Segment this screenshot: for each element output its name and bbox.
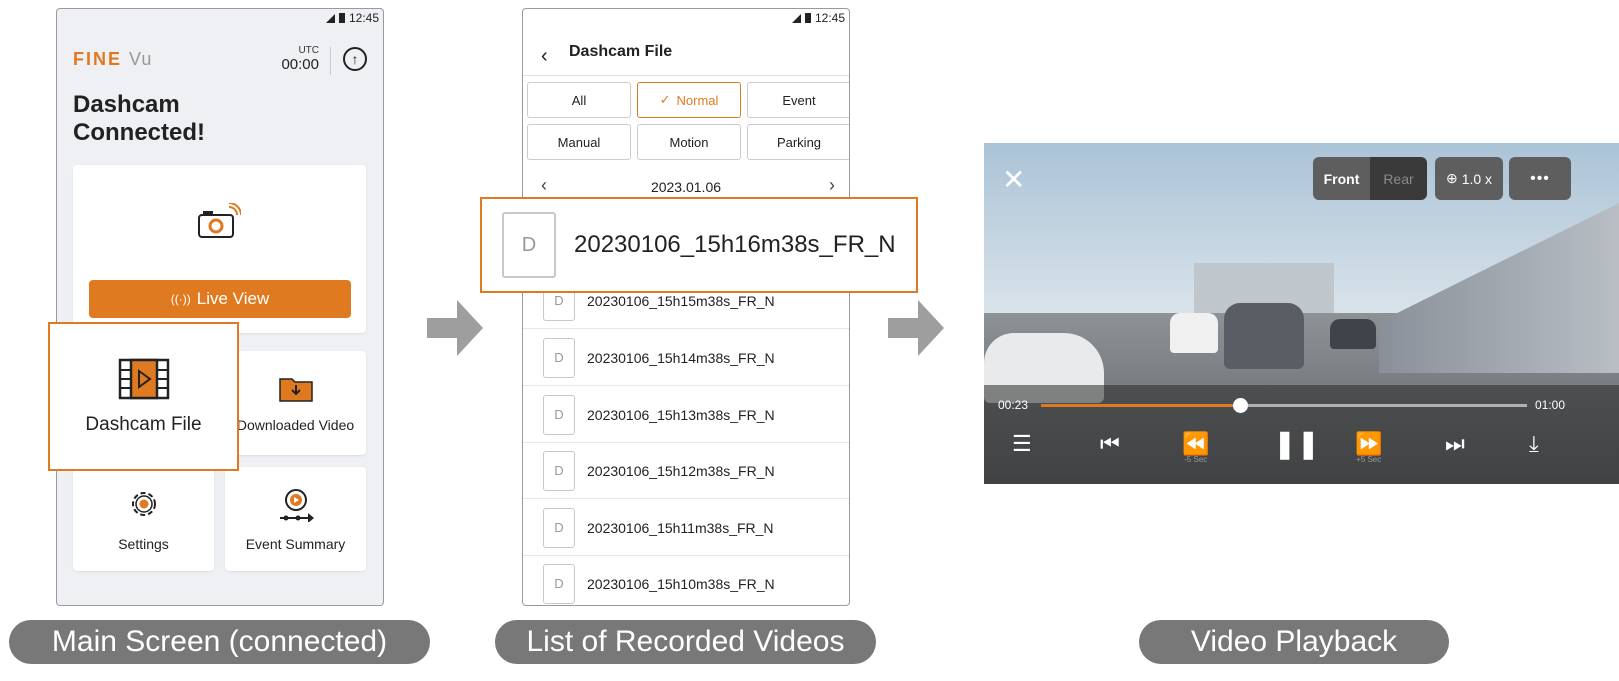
- signal-icon: [791, 13, 801, 23]
- file-list-item[interactable]: D 20230106_15h13m38s_FR_N: [523, 387, 849, 443]
- end-time: 01:00: [1535, 398, 1566, 412]
- zoom-button[interactable]: ⊕ 1.0 x: [1435, 157, 1503, 200]
- camera-icon: [198, 203, 241, 238]
- file-name: 20230106_15h11m38s_FR_N: [587, 519, 774, 536]
- video-frame-car: [1170, 313, 1218, 353]
- utc-label: UTC: [298, 45, 319, 56]
- file-name: 20230106_15h14m38s_FR_N: [587, 349, 775, 366]
- highlighted-file-item[interactable]: D 20230106_15h16m38s_FR_N: [480, 197, 918, 293]
- check-icon: ✓: [659, 92, 671, 107]
- file-name: 20230106_15h13m38s_FR_N: [587, 406, 775, 423]
- battery-icon: [804, 13, 811, 23]
- film-icon: [118, 358, 169, 399]
- file-list-phone: 12:45 ‹ Dashcam File All ✓ Normal Event …: [522, 8, 850, 606]
- pause-icon[interactable]: ❚❚: [1273, 427, 1320, 460]
- broadcast-icon: ((·)): [170, 292, 191, 306]
- file-name: 20230106_15h15m38s_FR_N: [587, 292, 775, 309]
- back-chevron-icon[interactable]: ‹: [541, 45, 548, 68]
- event-summary-label: Event Summary: [245, 536, 346, 552]
- dashcam-file-tile[interactable]: Dashcam File: [48, 322, 239, 471]
- filter-manual[interactable]: Manual: [527, 124, 631, 160]
- previous-track-icon[interactable]: ⏮: [1100, 431, 1120, 457]
- rear-camera-option[interactable]: Rear: [1370, 157, 1427, 200]
- file-list-item[interactable]: D 20230106_15h14m38s_FR_N: [523, 330, 849, 386]
- filter-motion[interactable]: Motion: [637, 124, 741, 160]
- divider: [523, 75, 849, 76]
- rewind-icon: ⏪: [1182, 431, 1210, 456]
- folder-download-icon: [278, 378, 313, 402]
- filter-event[interactable]: Event: [747, 82, 849, 118]
- rewind-label: -5 Sec: [1184, 455, 1208, 464]
- settings-tile[interactable]: Settings: [73, 467, 214, 571]
- file-icon: D: [543, 337, 575, 378]
- fast-forward-icon: ⏩: [1355, 431, 1383, 456]
- file-icon: D: [543, 450, 575, 491]
- filter-all[interactable]: All: [527, 82, 631, 118]
- filter-parking[interactable]: Parking: [747, 124, 849, 160]
- utc-time: 00:00: [281, 56, 319, 73]
- video-frame-car: [1330, 319, 1376, 349]
- header-divider: [330, 47, 331, 75]
- current-time: 00:23: [998, 398, 1029, 412]
- live-view-label: Live View: [196, 289, 270, 308]
- live-view-card: ((·)) Live View: [73, 165, 366, 333]
- gear-icon: [131, 492, 156, 516]
- utc-clock: UTC 00:00: [281, 45, 319, 73]
- zoom-in-icon: ⊕: [1445, 170, 1458, 186]
- file-name: 20230106_15h10m38s_FR_N: [587, 575, 775, 592]
- highlighted-file-name: 20230106_15h16m38s_FR_N: [574, 231, 896, 258]
- connection-headline: Dashcam Connected!: [73, 91, 205, 146]
- seek-progress: [1041, 404, 1241, 407]
- live-view-button[interactable]: ((·)) Live View: [89, 280, 351, 318]
- file-icon: D: [502, 212, 556, 278]
- caption-playback: Video Playback: [1139, 620, 1449, 664]
- file-list-item[interactable]: D 20230106_15h12m38s_FR_N: [523, 443, 849, 499]
- rewind-button[interactable]: ⏪ -5 Sec: [1182, 431, 1209, 464]
- status-time: 12:45: [348, 11, 379, 25]
- file-icon: D: [543, 507, 575, 548]
- seek-bar[interactable]: [1041, 398, 1527, 413]
- event-summary-tile[interactable]: Event Summary: [225, 467, 366, 571]
- arrow-right-icon: [888, 300, 944, 356]
- date-label: 2023.01.06: [650, 179, 722, 195]
- file-list-item[interactable]: D 20230106_15h11m38s_FR_N: [523, 500, 849, 556]
- video-player[interactable]: ✕ Front Rear ⊕ 1.0 x ••• 00:23 01:00 ☰ ⏮…: [984, 143, 1619, 484]
- settings-label: Settings: [118, 536, 169, 552]
- zoom-level: 1.0 x: [1461, 170, 1493, 187]
- downloaded-video-label: Downloaded Video: [236, 417, 355, 433]
- video-frame-car: [1224, 303, 1304, 369]
- event-summary-icon: [279, 489, 314, 522]
- finevu-logo: FINE Vu: [73, 49, 153, 69]
- caption-main-screen: Main Screen (connected): [9, 620, 430, 664]
- close-icon[interactable]: ✕: [1002, 163, 1025, 196]
- downloaded-video-tile[interactable]: Downloaded Video: [225, 351, 366, 455]
- status-time: 12:45: [814, 11, 845, 25]
- more-options-icon[interactable]: •••: [1509, 157, 1571, 200]
- menu-icon[interactable]: ☰: [1012, 431, 1032, 457]
- page-title: Dashcam File: [569, 43, 673, 60]
- file-name: 20230106_15h12m38s_FR_N: [587, 462, 775, 479]
- next-track-icon[interactable]: ⏭: [1445, 431, 1465, 457]
- status-bar: 12:45: [791, 11, 845, 25]
- status-bar: 12:45: [325, 11, 379, 25]
- battery-icon: [338, 13, 345, 23]
- front-camera-option[interactable]: Front: [1313, 157, 1370, 200]
- signal-icon: [325, 13, 335, 23]
- file-icon: D: [543, 563, 575, 604]
- file-icon: D: [543, 394, 575, 435]
- arrow-right-icon: [427, 300, 483, 356]
- caption-file-list: List of Recorded Videos: [495, 620, 876, 664]
- next-date-chevron-icon[interactable]: ›: [829, 175, 835, 196]
- filter-normal[interactable]: ✓ Normal: [637, 82, 741, 118]
- dashcam-file-label: Dashcam File: [85, 413, 202, 435]
- forward-label: +5 Sec: [1356, 455, 1382, 464]
- main-screen-phone: 12:45 FINE Vu UTC 00:00 ↑ Dashcam Connec…: [56, 8, 384, 606]
- fast-forward-button[interactable]: ⏩ +5 Sec: [1355, 431, 1382, 464]
- upload-arrow-icon[interactable]: ↑: [343, 47, 367, 71]
- camera-toggle[interactable]: Front Rear: [1313, 157, 1427, 200]
- download-icon[interactable]: ⤓: [1529, 431, 1539, 457]
- file-list-item[interactable]: D 20230106_15h10m38s_FR_N: [523, 556, 849, 605]
